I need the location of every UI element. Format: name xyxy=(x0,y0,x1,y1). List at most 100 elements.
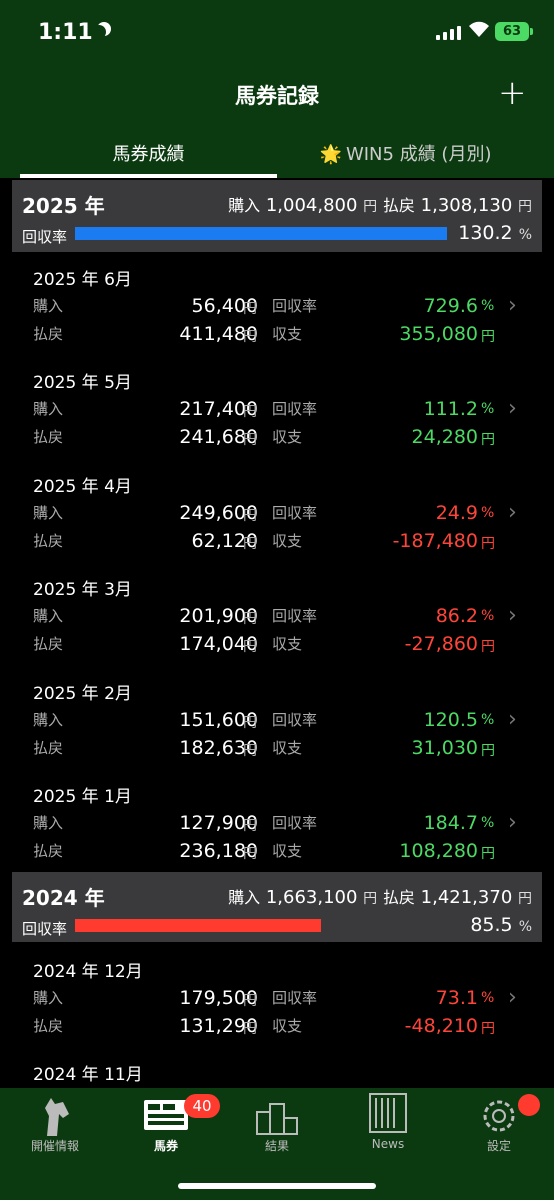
star-icon: 🌟 xyxy=(319,144,342,165)
yen-unit: 円 xyxy=(481,639,495,655)
rate-label: 回収率 xyxy=(272,607,318,625)
chevron-right-icon: › xyxy=(508,500,517,525)
chevron-right-icon: › xyxy=(508,396,517,421)
tab-settings[interactable]: 設定 xyxy=(444,1088,554,1153)
buy-label: 購入 xyxy=(33,297,64,315)
podium-icon xyxy=(256,1103,298,1135)
tab-label: 結果 xyxy=(264,1139,289,1153)
yen-unit: 円 xyxy=(243,536,257,552)
balance-value: 108,280 xyxy=(399,840,478,862)
percent-unit: % xyxy=(481,608,495,624)
payout-label: 払戻 xyxy=(33,325,64,343)
active-tab-indicator xyxy=(20,174,277,178)
tab-ticket-results[interactable]: 馬券成績 xyxy=(20,140,277,178)
yen-unit: 円 xyxy=(481,1021,495,1037)
chevron-right-icon: › xyxy=(508,293,517,318)
add-button[interactable]: + xyxy=(498,76,527,110)
month-title: 2025 年 2月 xyxy=(33,684,132,704)
yen-unit: 円 xyxy=(243,432,257,448)
rate-label: 回収率 xyxy=(22,228,68,246)
month-row[interactable]: 2025 年 3月 購入 201,900 円 回収率 86.2 % › 払戻 1… xyxy=(0,565,554,668)
tab-label: 開催情報 xyxy=(30,1139,79,1153)
rate-label: 回収率 xyxy=(22,920,68,938)
balance-label: 収支 xyxy=(272,739,303,757)
chevron-right-icon: › xyxy=(508,603,517,628)
page-title: 馬券記録 xyxy=(235,84,319,108)
rate-label: 回収率 xyxy=(272,711,318,729)
year-summary-2025[interactable]: 2025 年 購入 1,004,800 円 払戻 1,308,130 円 回収率… xyxy=(12,180,542,252)
rate-label: 回収率 xyxy=(272,400,318,418)
month-row[interactable]: 2025 年 1月 購入 127,900 円 回収率 184.7 % › 払戻 … xyxy=(0,772,554,875)
yen-unit: 円 xyxy=(481,432,495,448)
month-row[interactable]: 2025 年 6月 購入 56,400 円 回収率 729.6 % › 払戻 4… xyxy=(0,255,554,358)
month-title: 2025 年 4月 xyxy=(33,477,132,497)
yen-unit: 円 xyxy=(243,611,257,627)
month-title: 2025 年 6月 xyxy=(33,270,132,290)
moon-icon xyxy=(92,25,106,39)
rate-label: 回収率 xyxy=(272,989,318,1007)
percent-unit: % xyxy=(481,712,495,728)
chevron-right-icon: › xyxy=(508,985,517,1010)
balance-value: 31,030 xyxy=(411,737,478,759)
top-bar: 1:11 63 馬券記録 + 馬券成績 🌟 WIN5 成績 (月別) xyxy=(0,0,554,178)
tab-win5-results[interactable]: 🌟 WIN5 成績 (月別) xyxy=(277,140,534,178)
balance-label: 収支 xyxy=(272,325,303,343)
payout-label: 払戻 xyxy=(33,635,64,653)
rate-label: 回収率 xyxy=(272,297,318,315)
battery-icon: 63 xyxy=(495,22,529,41)
news-icon xyxy=(369,1093,407,1133)
rate-value: 729.6 xyxy=(423,295,478,317)
yen-unit: 円 xyxy=(243,993,257,1009)
month-row[interactable]: 2024 年 12月 購入 179,500 円 回収率 73.1 % › 払戻 … xyxy=(0,947,554,1050)
year-title: 2025 年 xyxy=(22,194,105,218)
payout-label: 払戻 xyxy=(33,532,64,550)
recovery-rate-bar xyxy=(75,919,321,932)
tab-race-info[interactable]: 開催情報 xyxy=(0,1088,110,1153)
chevron-right-icon: › xyxy=(508,810,517,835)
yen-unit: 円 xyxy=(243,846,257,862)
year-totals: 購入 1,663,100 円 払戻 1,421,370 円 xyxy=(228,887,532,908)
payout-label: 払戻 xyxy=(33,842,64,860)
yen-unit: 円 xyxy=(243,301,257,317)
month-row[interactable]: 2025 年 4月 購入 249,600 円 回収率 24.9 % › 払戻 6… xyxy=(0,462,554,565)
percent-unit: % xyxy=(481,990,495,1006)
percent-unit: % xyxy=(481,505,495,521)
month-title: 2025 年 5月 xyxy=(33,373,132,393)
payout-label: 払戻 xyxy=(33,1017,64,1035)
payout-label: 払戻 xyxy=(33,428,64,446)
tab-label: 設定 xyxy=(486,1139,511,1153)
home-indicator xyxy=(178,1183,376,1189)
yen-unit: 円 xyxy=(243,715,257,731)
gear-icon xyxy=(483,1100,515,1132)
yen-unit: 円 xyxy=(243,508,257,524)
payout-label: 払戻 xyxy=(33,739,64,757)
month-title: 2024 年 11月 xyxy=(33,1065,143,1085)
tab-label: News xyxy=(371,1137,405,1151)
yen-unit: 円 xyxy=(481,846,495,862)
rate-value: 120.5 xyxy=(423,709,478,731)
year-title: 2024 年 xyxy=(22,886,105,910)
rate-value: 73.1 xyxy=(435,987,478,1009)
balance-value: 24,280 xyxy=(411,426,478,448)
balance-label: 収支 xyxy=(272,635,303,653)
month-title: 2024 年 12月 xyxy=(33,962,143,982)
tab-news[interactable]: News xyxy=(333,1088,443,1151)
wifi-icon xyxy=(469,21,489,37)
month-title: 2025 年 3月 xyxy=(33,580,132,600)
tab-results[interactable]: 結果 xyxy=(222,1088,332,1153)
percent-unit: % xyxy=(481,815,495,831)
percent-unit: % xyxy=(481,401,495,417)
balance-label: 収支 xyxy=(272,428,303,446)
tab-label: 馬券 xyxy=(153,1139,178,1153)
balance-value: -48,210 xyxy=(404,1015,478,1037)
signal-icon xyxy=(436,24,461,40)
yen-unit: 円 xyxy=(481,743,495,759)
month-row[interactable]: 2025 年 2月 購入 151,600 円 回収率 120.5 % › 払戻 … xyxy=(0,669,554,772)
month-row[interactable]: 2025 年 5月 購入 217,400 円 回収率 111.2 % › 払戻 … xyxy=(0,358,554,461)
year-totals: 購入 1,004,800 円 払戻 1,308,130 円 xyxy=(228,195,532,216)
buy-label: 購入 xyxy=(33,989,64,1007)
balance-value: -187,480 xyxy=(392,530,478,552)
balance-label: 収支 xyxy=(272,1017,303,1035)
balance-value: 355,080 xyxy=(399,323,478,345)
year-summary-2024[interactable]: 2024 年 購入 1,663,100 円 払戻 1,421,370 円 回収率… xyxy=(12,872,542,942)
